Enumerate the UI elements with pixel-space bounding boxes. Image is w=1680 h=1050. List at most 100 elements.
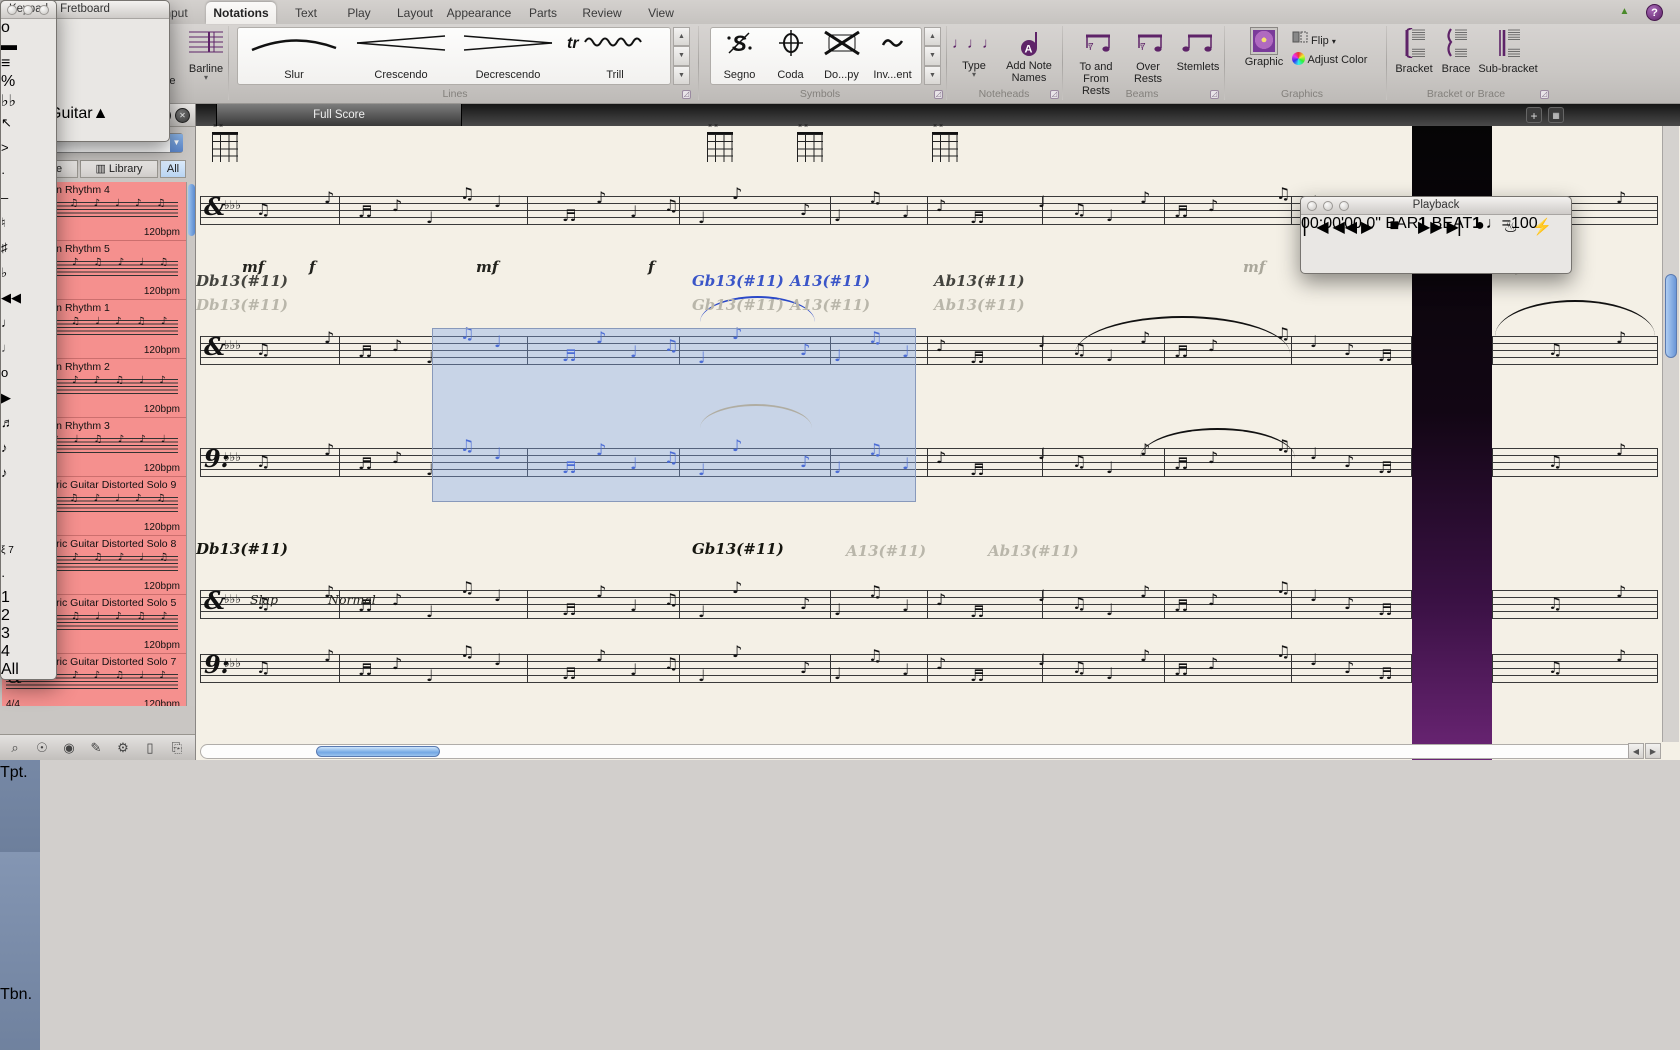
keypad-voice-1-button[interactable]: 1 [1, 589, 56, 607]
gallery-item-slur[interactable]: Slur [242, 30, 346, 82]
gear-icon[interactable]: ⚙ [112, 738, 134, 758]
beams-dialog-launcher-icon[interactable]: ◿ [1210, 90, 1219, 99]
gallery-item-crescendo[interactable]: Crescendo [349, 30, 453, 82]
rewind-button[interactable]: ◀◀ [1333, 217, 1362, 240]
ribbon-tab-view[interactable]: View [638, 2, 684, 24]
gallery-item-inv-ent[interactable]: Inv...ent [868, 30, 917, 82]
scroll-right-icon[interactable]: ▶ [1645, 743, 1661, 759]
ribbon-item-add-note-names[interactable]: AAdd Note Names [1000, 28, 1058, 84]
ribbon-tab-review[interactable]: Review [574, 2, 630, 24]
pencil-icon[interactable]: ✎ [85, 738, 107, 758]
ribbon-tab-layout[interactable]: Layout [390, 2, 440, 24]
rewind-key[interactable]: ◀◀ [1, 286, 27, 311]
ideas-tab-library[interactable]: ▥ Library [80, 160, 158, 178]
quarter-note-key[interactable]: ♩ [1, 311, 27, 336]
gallery-item-decrescendo[interactable]: Decrescendo [456, 30, 560, 82]
keypad-voice-3-button[interactable]: 3 [1, 625, 56, 643]
score-vertical-scrollbar[interactable] [1662, 126, 1679, 742]
fast-forward-button[interactable]: ▶▶ [1418, 217, 1447, 240]
gallery-item-do-py[interactable]: Do...py [817, 30, 866, 82]
new-tab-button[interactable]: + [1526, 107, 1542, 123]
help-button[interactable]: ? [1646, 4, 1663, 21]
window-lights[interactable] [7, 5, 49, 15]
keypad-voice-2-button[interactable]: 2 [1, 607, 56, 625]
keypad-titlebar[interactable]: Keypad [1, 1, 56, 19]
passage-selection[interactable] [432, 328, 916, 502]
tab-list-button[interactable]: ▦ [1548, 107, 1564, 123]
zoom-light-icon[interactable] [39, 5, 49, 15]
gallery-scroll-up-icon[interactable]: ▲ [924, 27, 941, 46]
keypad-voice-4-button[interactable]: 4 [1, 643, 56, 661]
close-panel-icon[interactable]: ✕ [175, 108, 190, 123]
flat-key[interactable]: ♭ [1, 261, 27, 286]
ribbon-item-barline[interactable]: Barline▾ [186, 28, 226, 81]
move-playback-line-to-start-button[interactable]: ▏◀ [1304, 217, 1333, 240]
score-vertical-scrollbar-thumb[interactable] [1665, 274, 1677, 358]
symbols-gallery-scroll[interactable]: ▲▼▼ [924, 27, 941, 85]
ribbon-item-to-and-from-rests[interactable]: 𝄾7To and From Rests [1068, 28, 1124, 97]
gallery-scroll-up-icon[interactable]: ▲ [673, 27, 690, 46]
ribbon-tab-text[interactable]: Text [284, 2, 328, 24]
ribbon-item-type[interactable]: ♩♩♩Type▾ [952, 28, 996, 78]
ribbon-item-graphic[interactable]: Graphic [1238, 28, 1290, 68]
grace-note-key[interactable]: ♪ [1, 461, 27, 486]
move-playback-line-to-end-button[interactable]: ▶▏ [1447, 217, 1476, 240]
search-dropdown-icon[interactable]: ▼ [170, 134, 183, 152]
gallery-scroll-more-icon[interactable]: ▼ [924, 66, 941, 85]
ideas-scrollbar-thumb[interactable] [188, 184, 195, 236]
zoom-light-icon[interactable] [1339, 201, 1349, 211]
symbols-dialog-launcher-icon[interactable]: ◿ [934, 90, 943, 99]
magnifier-icon[interactable]: ⌕ [4, 738, 26, 758]
sharp-key[interactable]: ♯ [1, 236, 27, 261]
scroll-left-icon[interactable]: ◀ [1628, 743, 1644, 759]
close-light-icon[interactable] [1307, 201, 1317, 211]
lines-dialog-launcher-icon[interactable]: ◿ [682, 90, 691, 99]
ribbon-item-adjust-color[interactable]: Adjust Color [1292, 52, 1378, 66]
half-note-key[interactable]: ♩ [1, 336, 27, 361]
ideas-scrollbar[interactable] [186, 182, 195, 706]
staccato-key[interactable]: · [1, 161, 27, 186]
beams-tremolos-tab[interactable]: ≡ [1, 55, 56, 73]
ribbon-item-flip[interactable]: Flip ▾ [1292, 30, 1362, 47]
flexi-time-button[interactable]: ♨ [1504, 217, 1533, 240]
jazz-articulations-tab[interactable]: % [1, 73, 56, 91]
record-button[interactable]: ● [1475, 217, 1504, 240]
gallery-scroll-more-icon[interactable]: ▼ [673, 66, 690, 85]
ribbon-tab-play[interactable]: Play [336, 2, 382, 24]
tie-key[interactable] [1, 486, 27, 539]
play-button[interactable]: ▶ [1361, 217, 1390, 240]
bulb-filled-icon[interactable]: ◉ [58, 738, 80, 758]
gallery-item-trill[interactable]: trTrill [563, 30, 667, 82]
ribbon-item-stemlets[interactable]: Stemlets [1172, 28, 1224, 73]
eighth-note-key[interactable]: ♪ [1, 436, 27, 461]
window-lights[interactable] [1307, 201, 1349, 211]
trash-icon[interactable]: ▯ [139, 738, 161, 758]
ribbon-item-brace[interactable]: Brace [1438, 28, 1474, 75]
mouse-pointer-key[interactable]: ↖ [1, 111, 27, 136]
ribbon-item-sub-bracket[interactable]: Sub-bracket [1476, 28, 1540, 75]
noteheads-dialog-launcher-icon[interactable]: ◿ [1050, 90, 1059, 99]
gallery-item-coda[interactable]: Coda [766, 30, 815, 82]
ribbon-tab-notations[interactable]: Notations [206, 2, 276, 24]
rhythm-dot-key[interactable]: · [1, 564, 27, 589]
document-tab-full-score[interactable]: Full Score [216, 104, 462, 126]
collapse-ribbon-button[interactable]: ▲ [1616, 4, 1633, 21]
ribbon-tab-parts[interactable]: Parts [520, 2, 566, 24]
score-horizontal-scrollbar-thumb[interactable] [316, 746, 440, 757]
gallery-item-segno[interactable]: SSegno [715, 30, 764, 82]
ribbon-tab-appearance[interactable]: Appearance [444, 2, 514, 24]
live-playback-button[interactable]: ⚡ [1532, 217, 1561, 240]
sixteenth-note-key[interactable]: ♬ [1, 411, 27, 436]
keypad-voice-all-button[interactable]: All [1, 661, 56, 679]
gallery-scroll-down-icon[interactable]: ▼ [673, 46, 690, 65]
lines-gallery-scroll[interactable]: ▲▼▼ [673, 27, 690, 85]
channel-strip[interactable]: E. Gtr. [0, 852, 40, 1050]
bulb-icon[interactable]: ☉ [31, 738, 53, 758]
accent-key[interactable]: > [1, 136, 27, 161]
rest-key[interactable]: ξ 7 [1, 539, 56, 564]
export-icon[interactable]: ⎘ [166, 738, 188, 758]
more-notes-tab[interactable]: ▬ [1, 37, 56, 55]
natural-key[interactable]: ♮ [1, 211, 27, 236]
whole-note-key[interactable]: o [1, 361, 27, 386]
ribbon-item-bracket[interactable]: Bracket [1392, 28, 1436, 75]
